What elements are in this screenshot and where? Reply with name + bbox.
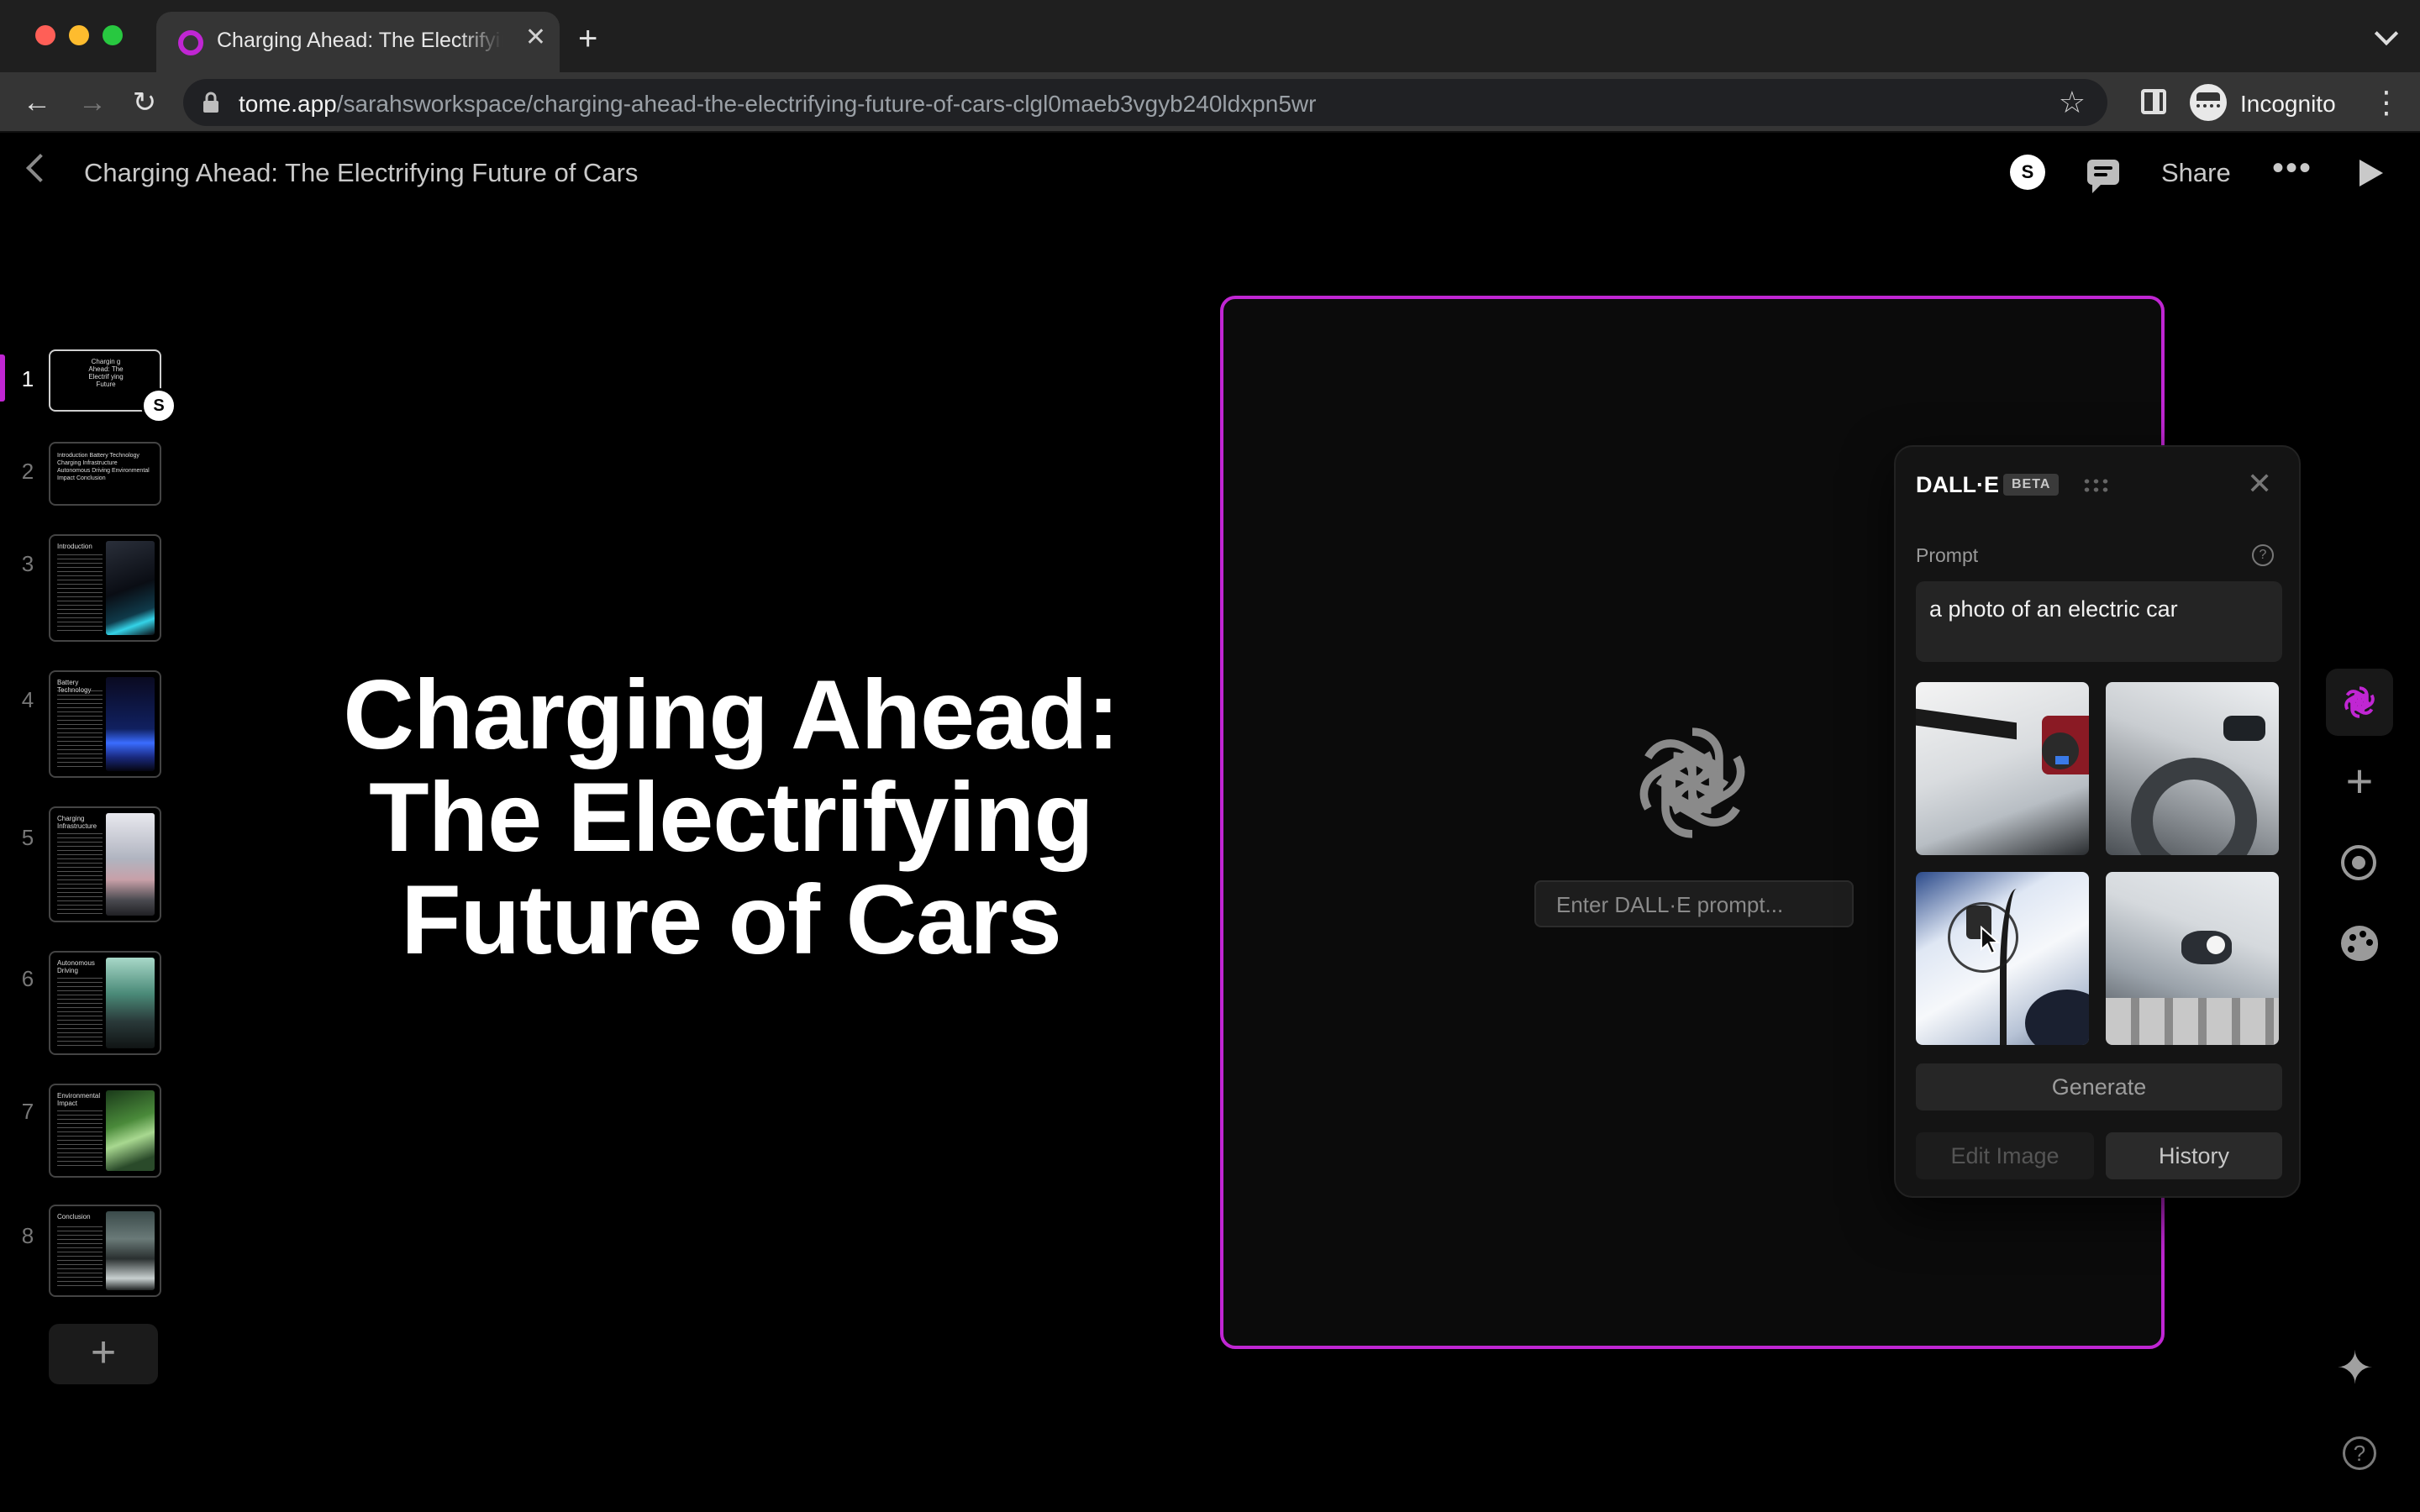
add-slide-button[interactable]: + xyxy=(49,1324,158,1384)
slide-thumbnail-image xyxy=(106,958,155,1048)
url-text: tome.app/sarahsworkspace/charging-ahead-… xyxy=(239,91,1316,118)
slide-thumbnail-image xyxy=(106,541,155,635)
window-minimize-button[interactable] xyxy=(69,25,89,45)
slide-thumbnail-7[interactable]: Environmental Impact xyxy=(49,1084,161,1178)
openai-tool-icon xyxy=(2342,686,2377,718)
tab-close-icon[interactable]: ✕ xyxy=(525,25,546,50)
slide-thumbnail-body xyxy=(57,1110,103,1169)
dalle-panel: DALL·E BETA ✕ Prompt ? a photo of an ele… xyxy=(1894,445,2301,1198)
browser-menu-icon[interactable]: ⋮ xyxy=(2371,82,2402,123)
slide-thumbnail-image xyxy=(106,1090,155,1171)
slide-thumbnail-6[interactable]: Autonomous Driving xyxy=(49,951,161,1055)
add-tile-icon[interactable]: + xyxy=(2338,758,2381,805)
slide-thumbnail-body xyxy=(57,690,103,769)
tome-favicon-icon xyxy=(178,30,203,55)
slide-thumbnail-image xyxy=(106,813,155,916)
slide-thumbnail-2[interactable]: Introduction Battery Technology Charging… xyxy=(49,442,161,506)
slide-thumbnail-text: Introduction xyxy=(57,543,92,550)
comment-icon[interactable] xyxy=(2087,160,2119,193)
incognito-label: Incognito xyxy=(2240,91,2336,117)
dalle-prompt-input[interactable]: Enter DALL·E prompt... xyxy=(1534,880,1854,927)
slide-title[interactable]: Charging Ahead: The Electrifying Future … xyxy=(319,664,1143,971)
mouse-cursor-icon xyxy=(1981,926,2001,955)
back-chevron-icon[interactable] xyxy=(26,154,55,182)
more-options-icon[interactable]: ••• xyxy=(2272,150,2312,187)
openai-logo-icon xyxy=(1625,727,1760,850)
ai-sparkle-icon[interactable]: ✦ xyxy=(2336,1346,2374,1391)
generated-image-2[interactable] xyxy=(2106,682,2279,855)
slide-thumbnail-4[interactable]: Battery Technology xyxy=(49,670,161,778)
present-play-icon[interactable] xyxy=(2360,160,2383,186)
address-bar[interactable]: tome.app/sarahsworkspace/charging-ahead-… xyxy=(183,79,2107,126)
history-button[interactable]: History xyxy=(2106,1132,2282,1179)
beta-badge: BETA xyxy=(2003,474,2060,496)
incognito-icon xyxy=(2190,84,2227,121)
forward-arrow-icon[interactable]: → xyxy=(74,84,111,121)
slide-number: 7 xyxy=(21,1099,34,1124)
slide-title-line: The Electrifying xyxy=(369,762,1094,872)
slide-title-line: Charging Ahead: xyxy=(343,659,1119,769)
slide-thumbnail-image xyxy=(106,677,155,771)
tab-title: Charging Ahead: The Electrifying Future … xyxy=(217,29,502,52)
panel-close-icon[interactable]: ✕ xyxy=(2247,467,2272,501)
slide-thumbnail-body xyxy=(57,554,103,633)
slide-title-line: Future of Cars xyxy=(401,864,1062,974)
tab-search-chevron-icon[interactable] xyxy=(2374,21,2399,46)
slide-number: 2 xyxy=(21,459,34,484)
slide-thumbnail-body xyxy=(57,978,103,1047)
slide-thumbnail-text: Chargin g Ahead: The Electrif ying Futur… xyxy=(88,358,124,388)
slide-thumbnail-body xyxy=(57,833,103,914)
active-slide-indicator xyxy=(0,354,5,402)
user-avatar[interactable]: S xyxy=(2010,155,2045,190)
browser-tab-bar: Charging Ahead: The Electrifying Future … xyxy=(0,0,2420,72)
window-zoom-button[interactable] xyxy=(103,25,123,45)
slide-thumbnail-5[interactable]: Charging Infrastructure xyxy=(49,806,161,922)
slide-thumbnail-text: Introduction Battery Technology Charging… xyxy=(57,453,150,481)
slide-number: 6 xyxy=(21,966,34,991)
slide-number: 8 xyxy=(21,1223,34,1248)
generated-image-1[interactable] xyxy=(1916,682,2089,855)
dalle-tool-button[interactable] xyxy=(2326,669,2393,736)
slide-thumbnail-3[interactable]: Introduction xyxy=(49,534,161,642)
side-panel-icon[interactable] xyxy=(2141,89,2166,114)
help-icon[interactable]: ? xyxy=(2343,1436,2376,1470)
browser-toolbar: ← → ↻ tome.app/sarahsworkspace/charging-… xyxy=(0,72,2420,133)
reload-icon[interactable]: ↻ xyxy=(126,84,163,121)
edit-image-button[interactable]: Edit Image xyxy=(1916,1132,2094,1179)
prompt-help-icon[interactable]: ? xyxy=(2252,544,2274,566)
slide-number: 4 xyxy=(21,687,34,712)
record-icon[interactable] xyxy=(2341,845,2376,880)
bookmark-star-icon[interactable]: ☆ xyxy=(2059,86,2086,119)
slide-thumbnail-8[interactable]: Conclusion xyxy=(49,1205,161,1297)
generated-image-4[interactable] xyxy=(2106,872,2279,1045)
slide-thumbnail-text: Environmental Impact xyxy=(57,1092,101,1107)
lock-icon xyxy=(203,92,218,113)
slide-thumbnail-text: Charging Infrastructure xyxy=(57,815,97,830)
collaborator-avatar: S xyxy=(141,388,176,423)
drag-handle-icon[interactable] xyxy=(2082,477,2111,494)
slide-thumbnail-image xyxy=(106,1211,155,1290)
theme-palette-icon[interactable] xyxy=(2341,926,2378,961)
slide-thumbnail-body xyxy=(57,1226,103,1289)
url-host: tome.app xyxy=(239,91,337,117)
share-button[interactable]: Share xyxy=(2161,158,2231,188)
window-close-button[interactable] xyxy=(35,25,55,45)
generate-button[interactable]: Generate xyxy=(1916,1063,2282,1110)
slide-number: 5 xyxy=(21,825,34,850)
new-tab-button[interactable]: + xyxy=(578,22,597,55)
slide-number: 3 xyxy=(21,551,34,576)
url-path: /sarahsworkspace/charging-ahead-the-elec… xyxy=(336,91,1317,117)
back-arrow-icon[interactable]: ← xyxy=(18,84,55,121)
prompt-textarea[interactable]: a photo of an electric car xyxy=(1916,581,2282,662)
document-title[interactable]: Charging Ahead: The Electrifying Future … xyxy=(84,158,638,188)
slide-thumbnail-text: Conclusion xyxy=(57,1213,91,1221)
dalle-panel-title: DALL·E xyxy=(1916,472,1999,497)
slide-number: 1 xyxy=(21,366,34,391)
slide-thumbnail-text: Autonomous Driving xyxy=(57,959,95,974)
prompt-label: Prompt xyxy=(1916,544,1979,566)
browser-tab-active[interactable]: Charging Ahead: The Electrifying Future … xyxy=(156,12,560,72)
